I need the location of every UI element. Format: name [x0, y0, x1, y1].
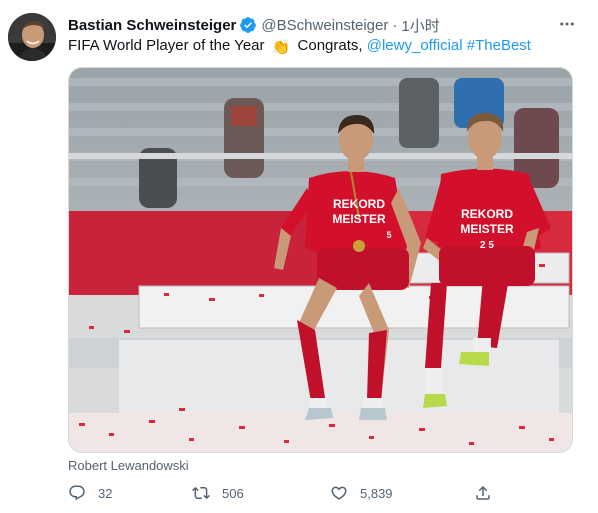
tweet-text-main: FIFA World Player of the Year	[68, 37, 265, 54]
more-options-icon[interactable]	[556, 13, 578, 35]
jersey-text-right-2: MEISTER	[460, 222, 514, 236]
author-name[interactable]: Bastian Schweinsteiger	[68, 17, 236, 34]
retweet-button[interactable]: 506	[192, 484, 244, 502]
reply-button[interactable]: 32	[68, 484, 112, 502]
retweet-icon	[192, 486, 210, 500]
retweet-count: 506	[222, 485, 244, 501]
tweet-photo[interactable]: REKORD MEISTER 5 REKORD MEISTER 2 5	[68, 67, 573, 453]
tweet[interactable]: Bastian Schweinsteiger @BSchweinsteiger …	[0, 0, 598, 513]
tweet-text-congrats: Congrats,	[297, 37, 363, 54]
avatar[interactable]	[8, 13, 56, 61]
jersey-number-left: 5	[386, 230, 391, 240]
like-count: 5,839	[360, 485, 393, 501]
tweet-header: Bastian Schweinsteiger @BSchweinsteiger …	[68, 14, 578, 36]
separator-dot: ·	[392, 16, 398, 34]
jersey-number-right: 2 5	[480, 240, 494, 251]
jersey-text-right-1: REKORD	[461, 207, 513, 221]
hashtag-link[interactable]: #TheBest	[467, 37, 531, 54]
timestamp[interactable]: 1小时	[401, 15, 439, 36]
media-caption[interactable]: Robert Lewandowski	[68, 458, 189, 473]
share-icon	[476, 485, 490, 500]
jersey-text-left-2: MEISTER	[332, 212, 386, 226]
like-button[interactable]: 5,839	[330, 484, 393, 502]
clapping-hands-icon: 👏	[271, 39, 291, 56]
verified-badge-icon	[240, 17, 257, 33]
reply-icon	[69, 485, 85, 501]
avatar-photo-icon	[8, 13, 56, 61]
tweet-text: FIFA World Player of the Year 👏 Congrats…	[68, 36, 531, 58]
jersey-text-left-1: REKORD	[333, 197, 385, 211]
share-button[interactable]	[474, 484, 504, 502]
reply-count: 32	[98, 485, 113, 501]
heart-icon	[331, 486, 347, 500]
author-handle[interactable]: @BSchweinsteiger	[261, 17, 388, 34]
mention-link[interactable]: @lewy_official	[367, 37, 463, 54]
photo-image: REKORD MEISTER 5 REKORD MEISTER 2 5	[69, 68, 572, 452]
tweet-actions: 32 506 5,839	[68, 484, 498, 506]
